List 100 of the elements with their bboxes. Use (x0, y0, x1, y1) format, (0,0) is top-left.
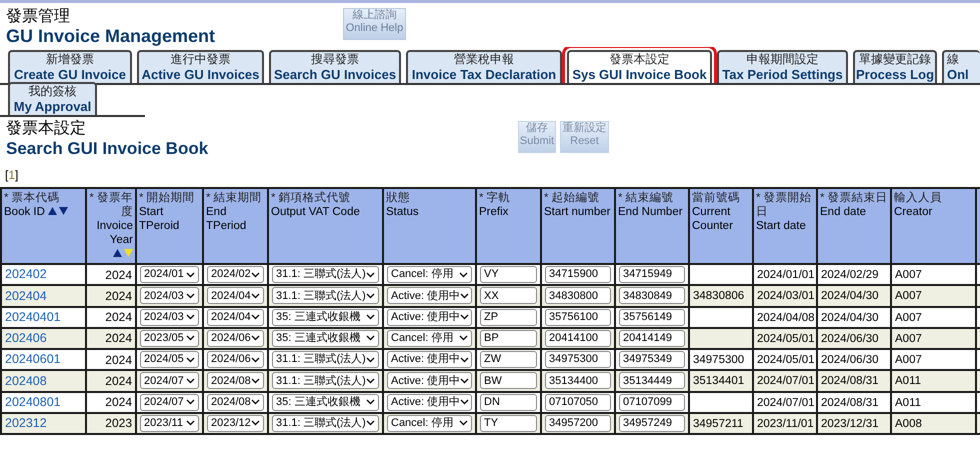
dropdown[interactable]: 2024/05 (140, 351, 199, 368)
dropdown[interactable]: 2024/04 (207, 308, 264, 326)
dropdown[interactable]: 31.1: 三聯式(法人) (272, 372, 379, 390)
dropdown[interactable]: 31.1: 三聯式(法人) (272, 414, 379, 432)
sort-arrows-icon[interactable] (113, 248, 133, 258)
table-cell: 2024 (105, 374, 132, 388)
input-field[interactable]: 34957249 (619, 414, 685, 432)
table-cell: 2024/05/01 (757, 354, 815, 366)
table-cell: 2024 (105, 395, 132, 410)
table-cell: 2024 (105, 352, 132, 367)
chevron-down-icon (460, 314, 470, 320)
column-header: End date (820, 206, 866, 218)
input-field[interactable]: BW (480, 372, 537, 390)
dropdown[interactable]: 2024/06 (207, 330, 264, 347)
chevron-down-icon (251, 335, 260, 342)
input-field[interactable]: 07107099 (619, 394, 685, 411)
dropdown[interactable]: 2024/07 (140, 394, 199, 411)
tab[interactable]: 搜尋發票 Search GU Invoices (269, 50, 401, 83)
table-cell: 2024 (105, 288, 132, 303)
column-header: Start TPeroid (139, 206, 180, 232)
input-field[interactable]: 34830849 (619, 287, 685, 304)
chevron-down-icon (186, 420, 195, 426)
input-field[interactable]: 34715949 (619, 266, 685, 284)
dropdown[interactable]: Cancel: 停用 (387, 330, 472, 347)
input-field[interactable]: 34957200 (545, 414, 611, 432)
input-field[interactable]: ZP (480, 308, 537, 326)
dropdown[interactable]: 35: 三連式收銀機 (272, 330, 379, 347)
sort-arrows-icon[interactable] (48, 206, 68, 216)
input-field[interactable]: DN (480, 394, 537, 411)
dropdown[interactable]: 31.1: 三聯式(法人) (272, 351, 379, 368)
dropdown[interactable]: 2024/03 (140, 287, 199, 304)
dropdown[interactable]: Active: 使用中 (387, 372, 472, 390)
tab[interactable]: 進行中發票 Active GU Invoices (137, 50, 264, 83)
dropdown[interactable]: 2024/01 (140, 266, 199, 284)
dropdown[interactable]: Active: 使用中 (387, 351, 472, 368)
chevron-down-icon (251, 272, 260, 278)
column-header: Status (386, 206, 419, 218)
dropdown[interactable]: 2024/03 (140, 308, 199, 326)
input-field[interactable]: 07107050 (545, 394, 611, 411)
input-field[interactable]: TY (480, 414, 537, 432)
column-header: End TPeriod (206, 206, 246, 232)
dropdown[interactable]: 31.1: 三聯式(法人) (272, 287, 379, 304)
tab[interactable]: 申報期間設定 Tax Period Settings (717, 50, 848, 83)
tab[interactable]: 線 Onl (942, 50, 980, 83)
dropdown[interactable]: 35: 三連式收銀機 (272, 394, 379, 411)
dropdown[interactable]: 2023/05 (140, 330, 199, 347)
tab[interactable]: 新增發票 Create GU Invoice (8, 50, 132, 83)
input-field[interactable]: VY (480, 266, 537, 284)
table-cell: 2024/07/01 (757, 396, 815, 408)
column-header: Book ID (4, 206, 45, 218)
chevron-down-icon (459, 335, 468, 342)
dropdown[interactable]: Active: 使用中 (387, 287, 472, 304)
dropdown[interactable]: 31.1: 三聯式(法人) (272, 266, 379, 284)
input-field[interactable]: 35134449 (619, 372, 685, 390)
table-cell: 2024/01/01 (757, 269, 815, 281)
tab[interactable]: 營業稅申報 Invoice Tax Declaration (406, 50, 562, 83)
dropdown[interactable]: 2023/12 (207, 414, 264, 432)
chevron-down-icon (186, 314, 195, 320)
section-title: Search GUI Invoice Book (6, 138, 210, 160)
dropdown[interactable]: Cancel: 停用 (387, 414, 472, 432)
input-field[interactable]: ZW (480, 351, 537, 368)
chevron-down-icon (251, 399, 260, 406)
column-header: Prefix (479, 206, 508, 218)
column-header: Start number (544, 206, 610, 218)
dropdown[interactable]: 2024/04 (207, 287, 264, 304)
dropdown[interactable]: 2024/02 (207, 266, 264, 284)
input-field[interactable]: 35134400 (545, 372, 611, 390)
input-field[interactable]: BP (480, 330, 537, 347)
dropdown[interactable]: 2024/07 (140, 372, 199, 390)
input-field[interactable]: 34975349 (619, 351, 685, 368)
column-header: * 發票結束日 (820, 192, 888, 204)
input-field[interactable]: 34830800 (545, 287, 611, 304)
dropdown[interactable]: 2024/06 (207, 351, 264, 368)
pager: [1] (5, 167, 18, 184)
dropdown[interactable]: Active: 使用中 (387, 394, 472, 411)
dropdown[interactable]: 2024/08 (207, 372, 264, 390)
table-cell: 2024/08/31 (821, 396, 879, 408)
input-field[interactable]: 35756149 (619, 308, 685, 326)
input-field[interactable]: XX (480, 287, 537, 304)
table-cell: 2024/04/08 (757, 312, 815, 324)
input-field[interactable]: 34715900 (545, 266, 611, 284)
input-field[interactable]: 34975300 (545, 351, 611, 368)
column-header: * 票本代碼 (4, 192, 60, 204)
dropdown[interactable]: 2024/08 (207, 394, 264, 411)
dropdown[interactable]: Cancel: 停用 (387, 266, 472, 284)
tab[interactable]: 單據變更記錄 Process Log (853, 50, 937, 83)
column-header: Output VAT Code (271, 206, 360, 218)
input-field[interactable]: 20414100 (545, 330, 611, 347)
table-cell: A008 (895, 418, 922, 430)
column-header: Creator (894, 206, 932, 218)
input-field[interactable]: 20414149 (619, 330, 685, 347)
table-cell: 2024/07/01 (757, 375, 815, 388)
dropdown[interactable]: 35: 三連式收銀機 (272, 308, 379, 326)
dropdown[interactable]: Active: 使用中 (387, 308, 472, 326)
table-cell: 2024/02/29 (821, 269, 879, 281)
chevron-down-icon (251, 356, 260, 363)
input-field[interactable]: 35756100 (545, 308, 611, 326)
tab[interactable]: 我的簽核 My Approval (8, 82, 97, 115)
column-header: * 結束編號 (618, 192, 674, 204)
dropdown[interactable]: 2023/11 (140, 414, 199, 432)
